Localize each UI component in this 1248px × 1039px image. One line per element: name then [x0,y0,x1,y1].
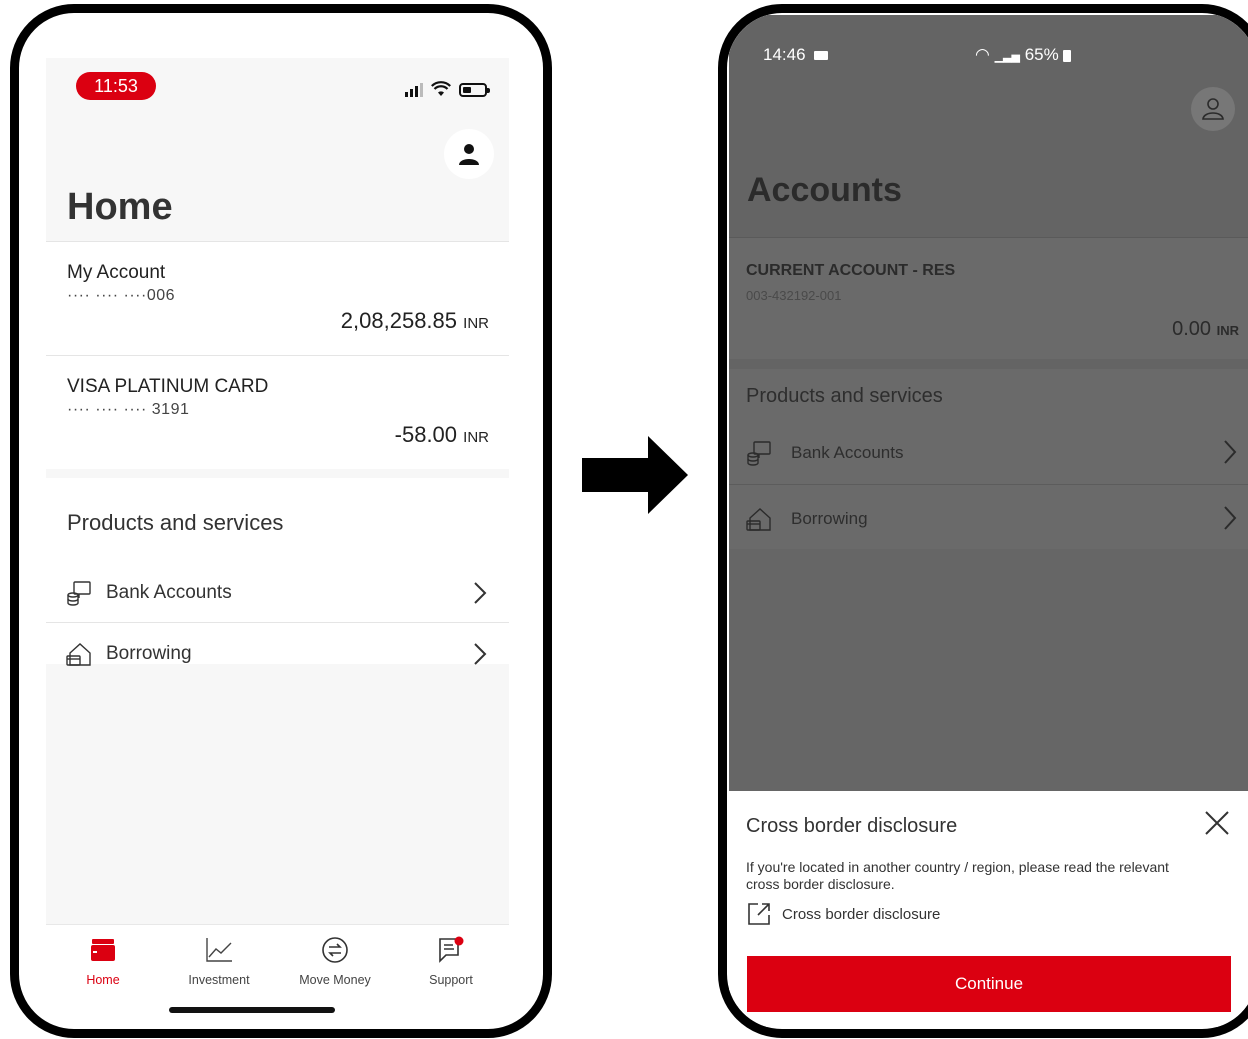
profile-button[interactable] [444,129,494,179]
balance-value: 0.00 [1172,318,1212,340]
borrowing-icon [746,508,771,531]
balance-currency: INR [463,429,489,446]
borrowing-icon [66,643,91,666]
wallet-icon [91,939,115,961]
close-icon[interactable] [1203,809,1231,837]
balance-value: -58.00 [394,422,458,447]
tab-move-money[interactable]: Move Money [280,935,390,987]
transfer-icon [322,937,348,963]
sheet-title: Cross border disclosure [746,815,958,837]
status-icons [405,81,490,97]
signal-icon: ▁▃▅ [994,51,1020,63]
dimmed-overlay-top: 14:46 ◠ ▁▃▅ 65% Accounts CURRENT ACCOUNT… [729,15,1248,549]
video-icon [814,51,829,61]
wifi-icon: ◠ [975,45,990,64]
tab-label: Support [429,973,473,987]
row-label: Bank Accounts [791,443,904,462]
balance-value: 2,08,258.85 [340,308,458,333]
cross-border-link[interactable]: Cross border disclosure [746,901,940,927]
person-icon [459,144,479,165]
profile-button[interactable] [1191,87,1235,131]
section-title: Products and services [746,385,943,407]
account-name: My Account [67,262,166,283]
account-row-my-account[interactable]: My Account ···· ···· ····006 2,08,258.85… [46,241,509,355]
battery-percent: 65% [1024,45,1059,64]
account-row-visa-card[interactable]: VISA PLATINUM CARD ···· ···· ···· 3191 -… [46,355,509,469]
battery-icon [1063,49,1072,62]
tab-label: Move Money [299,973,371,987]
bank-accounts-icon [747,441,771,466]
status-time: 14:46 [763,45,829,65]
cross-border-sheet: Cross border disclosure If you're locate… [729,791,1248,1027]
dimmed-overlay-bottom[interactable] [729,549,1248,791]
tab-home[interactable]: Home [48,935,158,987]
row-label: Borrowing [791,509,868,528]
products-row-bank-accounts[interactable]: Bank Accounts [46,563,509,623]
chevron-right-icon [1224,440,1237,464]
chart-icon [206,938,232,962]
products-row-bank-accounts[interactable]: Bank Accounts [729,421,1248,485]
products-row-borrowing[interactable]: Borrowing [46,624,509,684]
account-list: My Account ···· ···· ····006 2,08,258.85… [46,241,509,469]
account-balance: -58.00 INR [395,422,489,448]
balance-currency: INR [1216,323,1239,338]
status-time-text: 14:46 [763,45,806,64]
accounts-screen: 14:46 ◠ ▁▃▅ 65% Accounts CURRENT ACCOUNT… [729,15,1248,1027]
chat-icon [439,936,464,963]
page-title: Accounts [747,171,902,209]
home-indicator [169,1007,335,1013]
account-balance: 0.00 INR [1172,318,1239,341]
sheet-description: If you're located in another country / r… [746,859,1169,892]
account-name: VISA PLATINUM CARD [67,376,269,397]
external-link-icon [748,903,770,925]
signal-icon [405,83,423,97]
section-title: Products and services [67,510,284,535]
home-screen: 11:53 Home My Account ···· ···· ····006 [46,58,509,1009]
chevron-right-icon [474,643,487,665]
products-services-section: Products and services Bank Accounts Borr… [729,369,1248,549]
account-name: CURRENT ACCOUNT - RES [746,262,956,279]
tab-investment[interactable]: Investment [164,935,274,987]
status-time: 11:53 [76,72,156,100]
battery-icon [459,83,490,97]
bank-accounts-icon [67,580,91,606]
row-label: Borrowing [106,643,192,664]
account-number: ···· ···· ····006 [67,287,176,304]
tab-label: Home [86,973,120,987]
wifi-icon [431,81,451,96]
tab-label: Investment [188,973,250,987]
status-right: ◠ ▁▃▅ 65% [975,45,1072,65]
products-services-section: Products and services Bank Accounts Borr… [46,478,509,666]
products-row-borrowing[interactable]: Borrowing [729,487,1248,551]
tab-support[interactable]: Support [396,935,506,987]
chevron-right-icon [1224,506,1237,530]
person-icon [1202,98,1224,120]
chevron-right-icon [474,581,487,604]
link-label: Cross border disclosure [782,905,941,923]
account-balance: 2,08,258.85 INR [341,308,489,334]
row-label: Bank Accounts [106,581,232,603]
account-number: ···· ···· ···· 3191 [67,401,190,418]
balance-currency: INR [463,315,489,332]
transition-arrow-icon [582,436,688,514]
account-number: 003-432192-001 [746,288,842,303]
phone-home: 11:53 Home My Account ···· ···· ····006 [10,4,552,1038]
account-row-current[interactable]: CURRENT ACCOUNT - RES 003-432192-001 0.0… [729,237,1248,359]
phone-accounts: 14:46 ◠ ▁▃▅ 65% Accounts CURRENT ACCOUNT… [718,4,1248,1038]
bottom-tab-bar: Home Investment Move Money Support [46,924,509,1009]
page-title: Home [67,186,173,228]
continue-button[interactable]: Continue [747,956,1231,1012]
